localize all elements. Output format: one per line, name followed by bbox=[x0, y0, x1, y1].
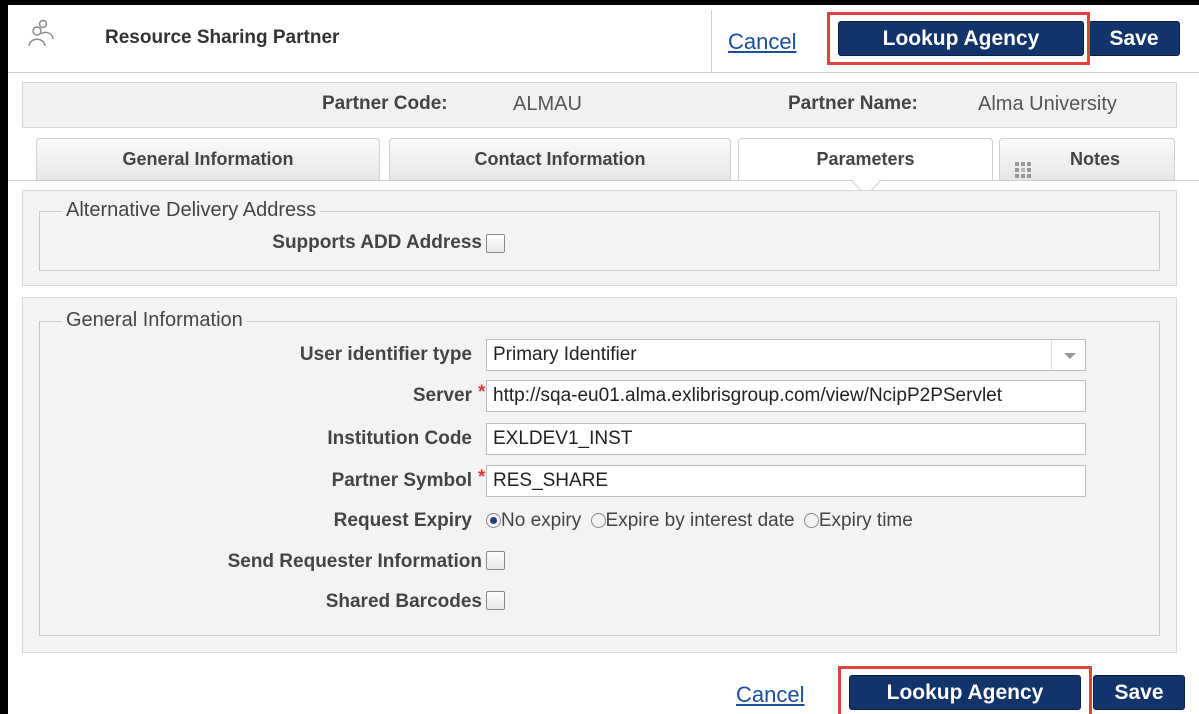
general-legend: General Information bbox=[62, 309, 247, 332]
supports-add-label: Supports ADD Address bbox=[272, 232, 482, 253]
shared-barcodes-label: Shared Barcodes bbox=[325, 591, 482, 612]
institution-code-input[interactable]: EXLDEV1_INST bbox=[486, 423, 1086, 455]
radio-no-expiry-label: No expiry bbox=[501, 510, 582, 531]
radio-expiry-time-label: Expiry time bbox=[818, 510, 913, 531]
window-frame-left bbox=[0, 0, 8, 714]
cancel-button-top[interactable]: Cancel bbox=[728, 29, 796, 55]
tab-general-information[interactable]: General Information bbox=[36, 138, 380, 180]
supports-add-checkbox[interactable] bbox=[486, 234, 505, 253]
shared-barcodes-checkbox[interactable] bbox=[486, 591, 505, 610]
general-fieldset: General Information User identifier type… bbox=[39, 309, 1160, 636]
request-expiry-label: Request Expiry bbox=[333, 510, 472, 531]
header-separator bbox=[8, 72, 1199, 73]
institution-code-label: Institution Code bbox=[327, 428, 472, 449]
page-header: Resource Sharing Partner Cancel Lookup A… bbox=[8, 5, 1199, 73]
radio-expire-by-interest-date[interactable] bbox=[590, 513, 606, 528]
add-legend: Alternative Delivery Address bbox=[62, 199, 321, 222]
tab-notes[interactable]: Notes bbox=[999, 138, 1175, 180]
request-expiry-radio-group: No expiry Expire by interest date Expiry… bbox=[486, 510, 913, 532]
user-identifier-type-select[interactable]: Primary Identifier bbox=[486, 339, 1086, 371]
tab-notes-label: Notes bbox=[1070, 149, 1121, 169]
page-title: Resource Sharing Partner bbox=[105, 27, 340, 48]
partner-symbol-input[interactable]: RES_SHARE bbox=[486, 465, 1086, 497]
user-identifier-type-value: Primary Identifier bbox=[493, 344, 637, 365]
cancel-button-bottom[interactable]: Cancel bbox=[736, 682, 804, 708]
tab-underline bbox=[8, 180, 1199, 181]
user-identifier-type-label: User identifier type bbox=[299, 344, 472, 365]
add-panel: Alternative Delivery Address Supports AD… bbox=[22, 190, 1177, 286]
chevron-down-icon bbox=[1051, 340, 1085, 370]
partner-name-label: Partner Name: bbox=[788, 93, 918, 114]
server-input[interactable]: http://sqa-eu01.alma.exlibrisgroup.com/v… bbox=[486, 380, 1086, 412]
general-panel: General Information User identifier type… bbox=[22, 297, 1177, 653]
send-requester-checkbox[interactable] bbox=[486, 551, 505, 570]
send-requester-label: Send Requester Information bbox=[227, 551, 482, 572]
partner-symbol-label: Partner Symbol bbox=[331, 470, 472, 491]
notes-grid-icon bbox=[1015, 152, 1031, 178]
add-fieldset: Alternative Delivery Address Supports AD… bbox=[39, 199, 1160, 271]
save-button-bottom[interactable]: Save bbox=[1093, 675, 1185, 710]
save-button-top[interactable]: Save bbox=[1088, 21, 1180, 56]
partner-people-icon bbox=[28, 19, 54, 49]
radio-expiry-time[interactable] bbox=[803, 513, 819, 528]
partner-name-value: Alma University bbox=[978, 93, 1117, 115]
header-divider bbox=[711, 10, 712, 72]
server-label: Server bbox=[413, 385, 472, 407]
tab-contact-information[interactable]: Contact Information bbox=[389, 138, 731, 180]
radio-expire-by-interest-date-label: Expire by interest date bbox=[605, 510, 795, 531]
lookup-agency-highlight-bottom bbox=[838, 666, 1092, 714]
lookup-agency-highlight-top bbox=[827, 12, 1090, 65]
tab-bar: General Information Contact Information … bbox=[8, 128, 1199, 197]
radio-no-expiry[interactable] bbox=[486, 513, 501, 528]
server-label-text: Server bbox=[412, 385, 472, 406]
partner-symbol-required-mark: * bbox=[478, 467, 486, 488]
partner-summary-bar: Partner Code: ALMAU Partner Name: Alma U… bbox=[22, 82, 1177, 128]
server-required-mark: * bbox=[478, 382, 486, 403]
partner-code-label: Partner Code: bbox=[322, 93, 448, 114]
partner-code-value: ALMAU bbox=[513, 93, 582, 115]
